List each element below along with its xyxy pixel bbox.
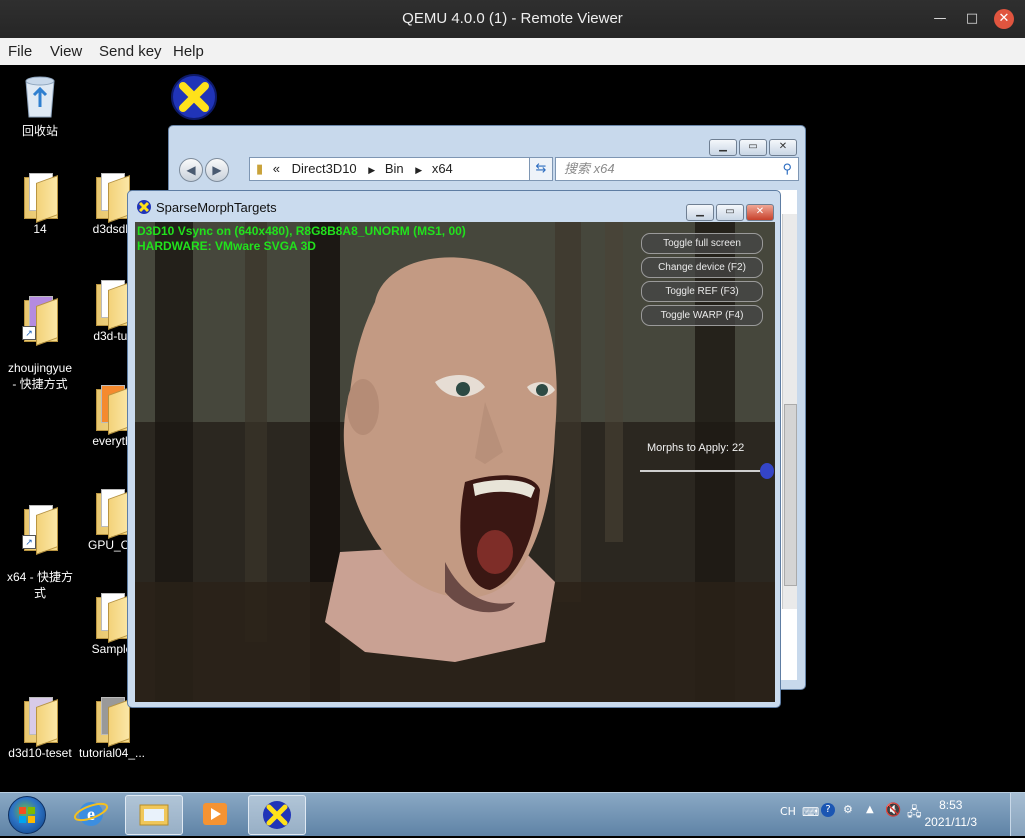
desktop-icon-x64-shortcut[interactable]: ↗ x64 - 快捷方 式 xyxy=(2,489,78,617)
d3d-window-title: SparseMorphTargets xyxy=(156,200,277,215)
hud-hardware-info: HARDWARE: VMware SVGA 3D xyxy=(137,239,316,253)
settings-icon[interactable]: ⚙ xyxy=(843,803,853,816)
folder-icon xyxy=(94,173,130,224)
clock[interactable]: 8:53 2021/11/3 xyxy=(925,797,978,831)
folder-icon xyxy=(94,593,130,644)
clock-time: 8:53 xyxy=(939,798,963,812)
folder-icon xyxy=(94,489,130,540)
maximize-icon[interactable]: □ xyxy=(962,9,982,29)
start-button[interactable] xyxy=(8,796,46,834)
icon-label: d3d10-teset xyxy=(8,746,72,760)
taskbar: e CH ⌨ ? ⚙ ▲ 🔇 🖧 8:53 2021/11/3 xyxy=(0,792,1025,836)
recycle-bin[interactable]: 回收站 xyxy=(2,73,78,139)
icon-label: tutorial04_... xyxy=(78,746,146,760)
taskbar-media-player[interactable] xyxy=(187,795,243,833)
back-arrow-icon[interactable]: ◀ xyxy=(179,158,203,182)
menu-send-key[interactable]: Send key xyxy=(99,43,162,60)
internet-explorer-icon: e xyxy=(73,802,109,826)
system-tray: CH ⌨ ? ⚙ ▲ 🔇 🖧 8:53 2021/11/3 xyxy=(775,793,1025,836)
render-viewport[interactable]: D3D10 Vsync on (640x480), R8G8B8A8_UNORM… xyxy=(135,222,775,702)
folder-icon xyxy=(22,697,58,748)
folder-shortcut-icon: ↗ xyxy=(22,505,58,556)
desktop-icon-zhoujingyue[interactable]: ↗ zhoujingyue - 快捷方式 xyxy=(2,280,78,408)
desktop-icon-14[interactable]: 14 xyxy=(2,173,78,237)
network-icon[interactable]: 🖧 xyxy=(907,803,922,825)
close-icon[interactable]: ✕ xyxy=(746,204,774,221)
icon-label: 14 xyxy=(33,222,47,236)
explorer-caption-buttons: ▁ ▭ ✕ xyxy=(707,134,797,156)
minimize-icon[interactable]: — xyxy=(930,9,950,29)
taskbar-ie[interactable]: e xyxy=(63,795,119,833)
language-indicator[interactable]: CH xyxy=(780,805,796,818)
menu-bar: File View Send key Help xyxy=(0,38,1025,66)
d3d-window: SparseMorphTargets ▁ ▭ ✕ D3D10 Vsync on … xyxy=(127,190,781,708)
title-bar: QEMU 4.0.0 (1) - Remote Viewer — □ ✕ xyxy=(0,0,1025,38)
volume-muted-icon[interactable]: 🔇 xyxy=(885,803,901,818)
recycle-bin-icon xyxy=(25,76,55,118)
toggle-full-screen-button[interactable]: Toggle full screen xyxy=(641,233,763,254)
menu-view[interactable]: View xyxy=(50,43,82,60)
chevron-right-icon: ▶ xyxy=(415,165,423,175)
minimize-icon[interactable]: ▁ xyxy=(709,139,737,156)
folder-icon xyxy=(94,697,130,748)
taskbar-explorer[interactable] xyxy=(125,795,183,835)
morphs-slider-handle[interactable] xyxy=(760,463,774,479)
windows-logo-icon xyxy=(19,807,35,823)
close-icon[interactable]: ✕ xyxy=(994,9,1014,29)
icon-label: zhoujingyue - 快捷方式 xyxy=(7,361,73,391)
folder-small-icon: ▮ xyxy=(256,161,264,176)
desktop-icon-d3d10-teset[interactable]: d3d10-teset xyxy=(2,697,78,761)
folder-icon xyxy=(22,173,58,224)
address-bar[interactable]: ▮ « Direct3D10 ▶ Bin ▶ x64 ▼ xyxy=(249,157,551,181)
help-icon[interactable]: ? xyxy=(821,803,835,817)
media-player-icon xyxy=(203,803,227,825)
menu-file[interactable]: File xyxy=(8,43,32,60)
scrollbar-thumb[interactable] xyxy=(784,404,797,586)
change-device-button[interactable]: Change device (F2) xyxy=(641,257,763,278)
menu-help[interactable]: Help xyxy=(173,43,204,60)
folder-icon xyxy=(94,385,130,436)
breadcrumb-overflow[interactable]: « xyxy=(273,161,280,176)
breadcrumb-x64[interactable]: x64 xyxy=(432,161,453,176)
refresh-icon[interactable]: ⇆ xyxy=(529,157,553,181)
folder-library-icon xyxy=(139,804,169,826)
toggle-warp-button[interactable]: Toggle WARP (F4) xyxy=(641,305,763,326)
folder-shortcut-icon: ↗ xyxy=(22,296,58,347)
toggle-ref-button[interactable]: Toggle REF (F3) xyxy=(641,281,763,302)
maximize-icon[interactable]: ▭ xyxy=(739,139,767,156)
recycle-bin-label: 回收站 xyxy=(21,124,58,138)
hud-device-info: D3D10 Vsync on (640x480), R8G8B8A8_UNORM… xyxy=(137,224,466,238)
close-icon[interactable]: ✕ xyxy=(769,139,797,156)
clock-date: 2021/11/3 xyxy=(924,815,978,829)
search-input[interactable]: 搜索 x64 ⚲ xyxy=(555,157,799,181)
directx-icon xyxy=(137,200,151,214)
explorer-scrollbar[interactable] xyxy=(782,214,797,609)
breadcrumb-direct3d10[interactable]: Direct3D10 xyxy=(292,161,357,176)
d3d-caption-buttons: ▁ ▭ ✕ xyxy=(684,199,774,221)
window-title: QEMU 4.0.0 (1) - Remote Viewer xyxy=(402,10,623,27)
directx-icon xyxy=(171,74,217,120)
icon-label: x64 - 快捷方 式 xyxy=(6,570,73,600)
maximize-icon[interactable]: ▭ xyxy=(716,204,744,221)
keyboard-icon[interactable]: ⌨ xyxy=(802,805,819,819)
search-placeholder: 搜索 x64 xyxy=(564,161,615,176)
chevron-up-icon[interactable]: ▲ xyxy=(866,804,874,815)
explorer-nav-bar: ◀ ▶ ▮ « Direct3D10 ▶ Bin ▶ x64 ▼ ⇆ 搜索 x6… xyxy=(177,156,799,184)
folder-icon xyxy=(94,280,130,331)
search-icon[interactable]: ⚲ xyxy=(782,158,792,180)
forward-arrow-icon[interactable]: ▶ xyxy=(205,158,229,182)
minimize-icon[interactable]: ▁ xyxy=(686,204,714,221)
morphs-slider[interactable] xyxy=(640,463,774,479)
taskbar-sparsemorph[interactable] xyxy=(248,795,306,835)
show-desktop-button[interactable] xyxy=(1010,793,1025,836)
directx-icon xyxy=(263,801,291,829)
morphs-label: Morphs to Apply: 22 xyxy=(647,442,745,454)
chevron-right-icon: ▶ xyxy=(368,165,376,175)
guest-desktop: 回收站 D 14 d3dsdk ↗ zhoujingyue - 快捷方式 d3d… xyxy=(0,65,1025,792)
breadcrumb-bin[interactable]: Bin xyxy=(385,161,404,176)
